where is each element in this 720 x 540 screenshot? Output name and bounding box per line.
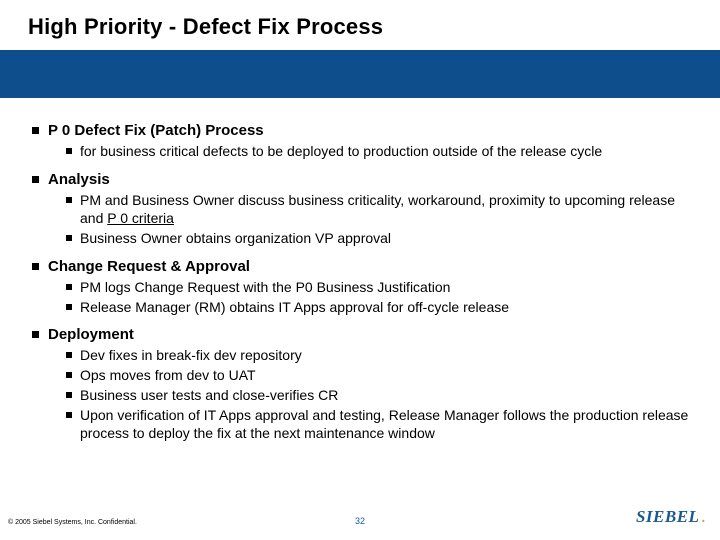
list-item: PM logs Change Request with the P0 Busin… — [66, 279, 690, 297]
section: Analysis PM and Business Owner discuss b… — [32, 171, 690, 248]
sub-list: PM and Business Owner discuss business c… — [66, 192, 690, 248]
bullet-icon — [32, 263, 39, 270]
bullet-icon — [66, 284, 72, 290]
bullet-icon — [66, 304, 72, 310]
section-heading: Change Request & Approval — [48, 258, 250, 275]
item-text: Ops moves from dev to UAT — [80, 367, 256, 385]
bullet-icon — [66, 235, 72, 241]
bullet-icon — [32, 331, 39, 338]
item-text: Business Owner obtains organization VP a… — [80, 230, 391, 248]
section-heading: Analysis — [48, 171, 110, 188]
bullet-icon — [66, 148, 72, 154]
item-text: PM and Business Owner discuss business c… — [80, 192, 690, 228]
content-area: P 0 Defect Fix (Patch) Process for busin… — [0, 98, 720, 443]
item-text: Release Manager (RM) obtains IT Apps app… — [80, 299, 509, 317]
bullet-icon — [66, 392, 72, 398]
title-bar — [0, 50, 720, 98]
list-item: Business Owner obtains organization VP a… — [66, 230, 690, 248]
footer: © 2005 Siebel Systems, Inc. Confidential… — [0, 506, 720, 532]
slide: High Priority - Defect Fix Process P 0 D… — [0, 0, 720, 540]
heading-row: Change Request & Approval — [32, 258, 690, 275]
heading-row: Analysis — [32, 171, 690, 188]
item-text: for business critical defects to be depl… — [80, 143, 602, 161]
list-item: Business user tests and close-verifies C… — [66, 387, 690, 405]
bullet-icon — [66, 197, 72, 203]
logo-text: SIEBEL — [636, 507, 699, 527]
item-text: Dev fixes in break-fix dev repository — [80, 347, 302, 365]
bullet-icon — [32, 127, 39, 134]
heading-row: Deployment — [32, 326, 690, 343]
section-heading: Deployment — [48, 326, 134, 343]
list-item: PM and Business Owner discuss business c… — [66, 192, 690, 228]
copyright-text: © 2005 Siebel Systems, Inc. Confidential… — [8, 519, 137, 526]
sub-list: Dev fixes in break-fix dev repository Op… — [66, 347, 690, 443]
list-item: Release Manager (RM) obtains IT Apps app… — [66, 299, 690, 317]
heading-row: P 0 Defect Fix (Patch) Process — [32, 122, 690, 139]
bullet-icon — [32, 176, 39, 183]
bullet-icon — [66, 372, 72, 378]
list-item: Ops moves from dev to UAT — [66, 367, 690, 385]
sub-list: PM logs Change Request with the P0 Busin… — [66, 279, 690, 317]
list-item: Dev fixes in break-fix dev repository — [66, 347, 690, 365]
page-number: 32 — [355, 516, 365, 526]
slide-title: High Priority - Defect Fix Process — [28, 14, 720, 40]
section: P 0 Defect Fix (Patch) Process for busin… — [32, 122, 690, 161]
section: Deployment Dev fixes in break-fix dev re… — [32, 326, 690, 443]
bullet-icon — [66, 412, 72, 418]
section-heading: P 0 Defect Fix (Patch) Process — [48, 122, 264, 139]
sub-list: for business critical defects to be depl… — [66, 143, 690, 161]
bullet-icon — [66, 352, 72, 358]
siebel-logo: SIEBEL. — [636, 505, 706, 528]
list-item: for business critical defects to be depl… — [66, 143, 690, 161]
item-text: Upon verification of IT Apps approval an… — [80, 407, 690, 443]
item-text: Business user tests and close-verifies C… — [80, 387, 338, 405]
item-underline: P 0 criteria — [107, 210, 174, 226]
section: Change Request & Approval PM logs Change… — [32, 258, 690, 317]
logo-dot-icon: . — [700, 505, 706, 528]
list-item: Upon verification of IT Apps approval an… — [66, 407, 690, 443]
item-text: PM logs Change Request with the P0 Busin… — [80, 279, 450, 297]
title-area: High Priority - Defect Fix Process — [0, 0, 720, 50]
